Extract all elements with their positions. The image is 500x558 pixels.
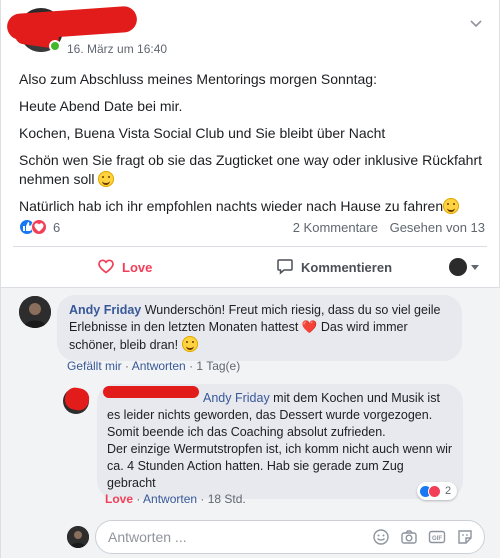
current-user-avatar xyxy=(67,526,89,548)
reply-input-placeholder: Antworten ... xyxy=(108,529,187,545)
comment-button-label: Kommentieren xyxy=(301,259,393,275)
sticker-icon[interactable] xyxy=(456,528,474,546)
avatar xyxy=(449,258,467,276)
reply-answer-link[interactable]: Antworten xyxy=(143,492,197,506)
post-line: Natürlich hab ich ihr empfohlen nachts w… xyxy=(19,197,489,216)
post-line: Kochen, Buena Vista Social Club und Sie … xyxy=(19,125,386,141)
red-heart-emoji-icon: ❤️ xyxy=(301,320,318,334)
reply-time[interactable]: 18 Std. xyxy=(208,492,246,506)
reply-reactions[interactable]: 2 xyxy=(417,482,458,500)
caret-down-icon xyxy=(471,264,479,270)
love-reaction-icon xyxy=(31,219,47,235)
post-timestamp[interactable]: 16. März um 16:40 xyxy=(67,42,167,56)
comment-meta: Gefällt mir · Antworten · 1 Tag(e) xyxy=(67,359,241,373)
camera-icon[interactable] xyxy=(400,528,418,546)
post-actions: Love Kommentieren xyxy=(1,247,500,287)
reaction-count[interactable]: 6 xyxy=(53,220,60,235)
svg-text:GIF: GIF xyxy=(432,536,442,542)
comment-icon xyxy=(276,257,294,278)
post-stats: 2 Kommentare Gesehen von 13 xyxy=(285,220,485,235)
reply-meta: Love · Antworten · 18 Std. xyxy=(105,492,246,506)
post-card: 16. März um 16:40 Also zum Abschluss mei… xyxy=(0,0,500,558)
grinning-emoji-icon xyxy=(98,171,115,187)
seen-by-count[interactable]: Gesehen von 13 xyxy=(390,220,485,235)
mention-link[interactable]: Andy Friday xyxy=(203,391,270,405)
reply-love-link[interactable]: Love xyxy=(105,492,133,506)
love-button-label: Love xyxy=(122,259,153,275)
post-body: Also zum Abschluss meines Mentorings mor… xyxy=(19,70,489,224)
redacted-reply-author-name xyxy=(103,386,199,398)
heart-icon xyxy=(97,257,115,278)
comment-button[interactable]: Kommentieren xyxy=(276,247,392,287)
reply-reaction-count: 2 xyxy=(445,485,452,497)
post-line-text: Schön wen Sie fragt ob sie das Zugticket… xyxy=(19,152,483,187)
love-reaction-icon xyxy=(428,484,441,498)
post-as-selector[interactable] xyxy=(449,247,479,287)
emoji-icon[interactable] xyxy=(372,528,390,546)
comments-count-link[interactable]: 2 Kommentare xyxy=(293,220,378,235)
reply-bubble: Andy Friday mit dem Kochen und Musik ist… xyxy=(97,384,463,499)
reply-input[interactable]: Antworten ... GIF xyxy=(95,520,485,554)
online-status-dot xyxy=(49,40,61,52)
gif-icon[interactable]: GIF xyxy=(428,528,446,546)
reply-text-2: Der einzige Wermutstropfen ist, ich komm… xyxy=(107,442,453,490)
comment-author-link[interactable]: Andy Friday xyxy=(69,303,141,317)
post-line: Schön wen Sie fragt ob sie das Zugticket… xyxy=(19,151,489,189)
chevron-down-icon[interactable] xyxy=(469,16,483,30)
love-button[interactable]: Love xyxy=(97,247,152,287)
like-comment-link[interactable]: Gefällt mir xyxy=(67,359,122,373)
smiling-emoji-icon xyxy=(181,336,198,352)
commenter-avatar[interactable] xyxy=(19,296,51,328)
grinning-emoji-icon xyxy=(443,198,460,214)
reactions-summary: 6 2 Kommentare Gesehen von 13 xyxy=(19,219,485,235)
reply-input-tools: GIF xyxy=(372,528,474,546)
post-line: Heute Abend Date bei mir. xyxy=(19,98,183,114)
comment-time[interactable]: 1 Tag(e) xyxy=(196,359,240,373)
post-line: Also zum Abschluss meines Mentorings mor… xyxy=(19,71,377,87)
post-line-text: Natürlich hab ich ihr empfohlen nachts w… xyxy=(19,198,444,214)
reply-comment-link[interactable]: Antworten xyxy=(132,359,186,373)
comment-bubble: Andy Friday Wunderschön! Freut mich ries… xyxy=(57,295,462,361)
